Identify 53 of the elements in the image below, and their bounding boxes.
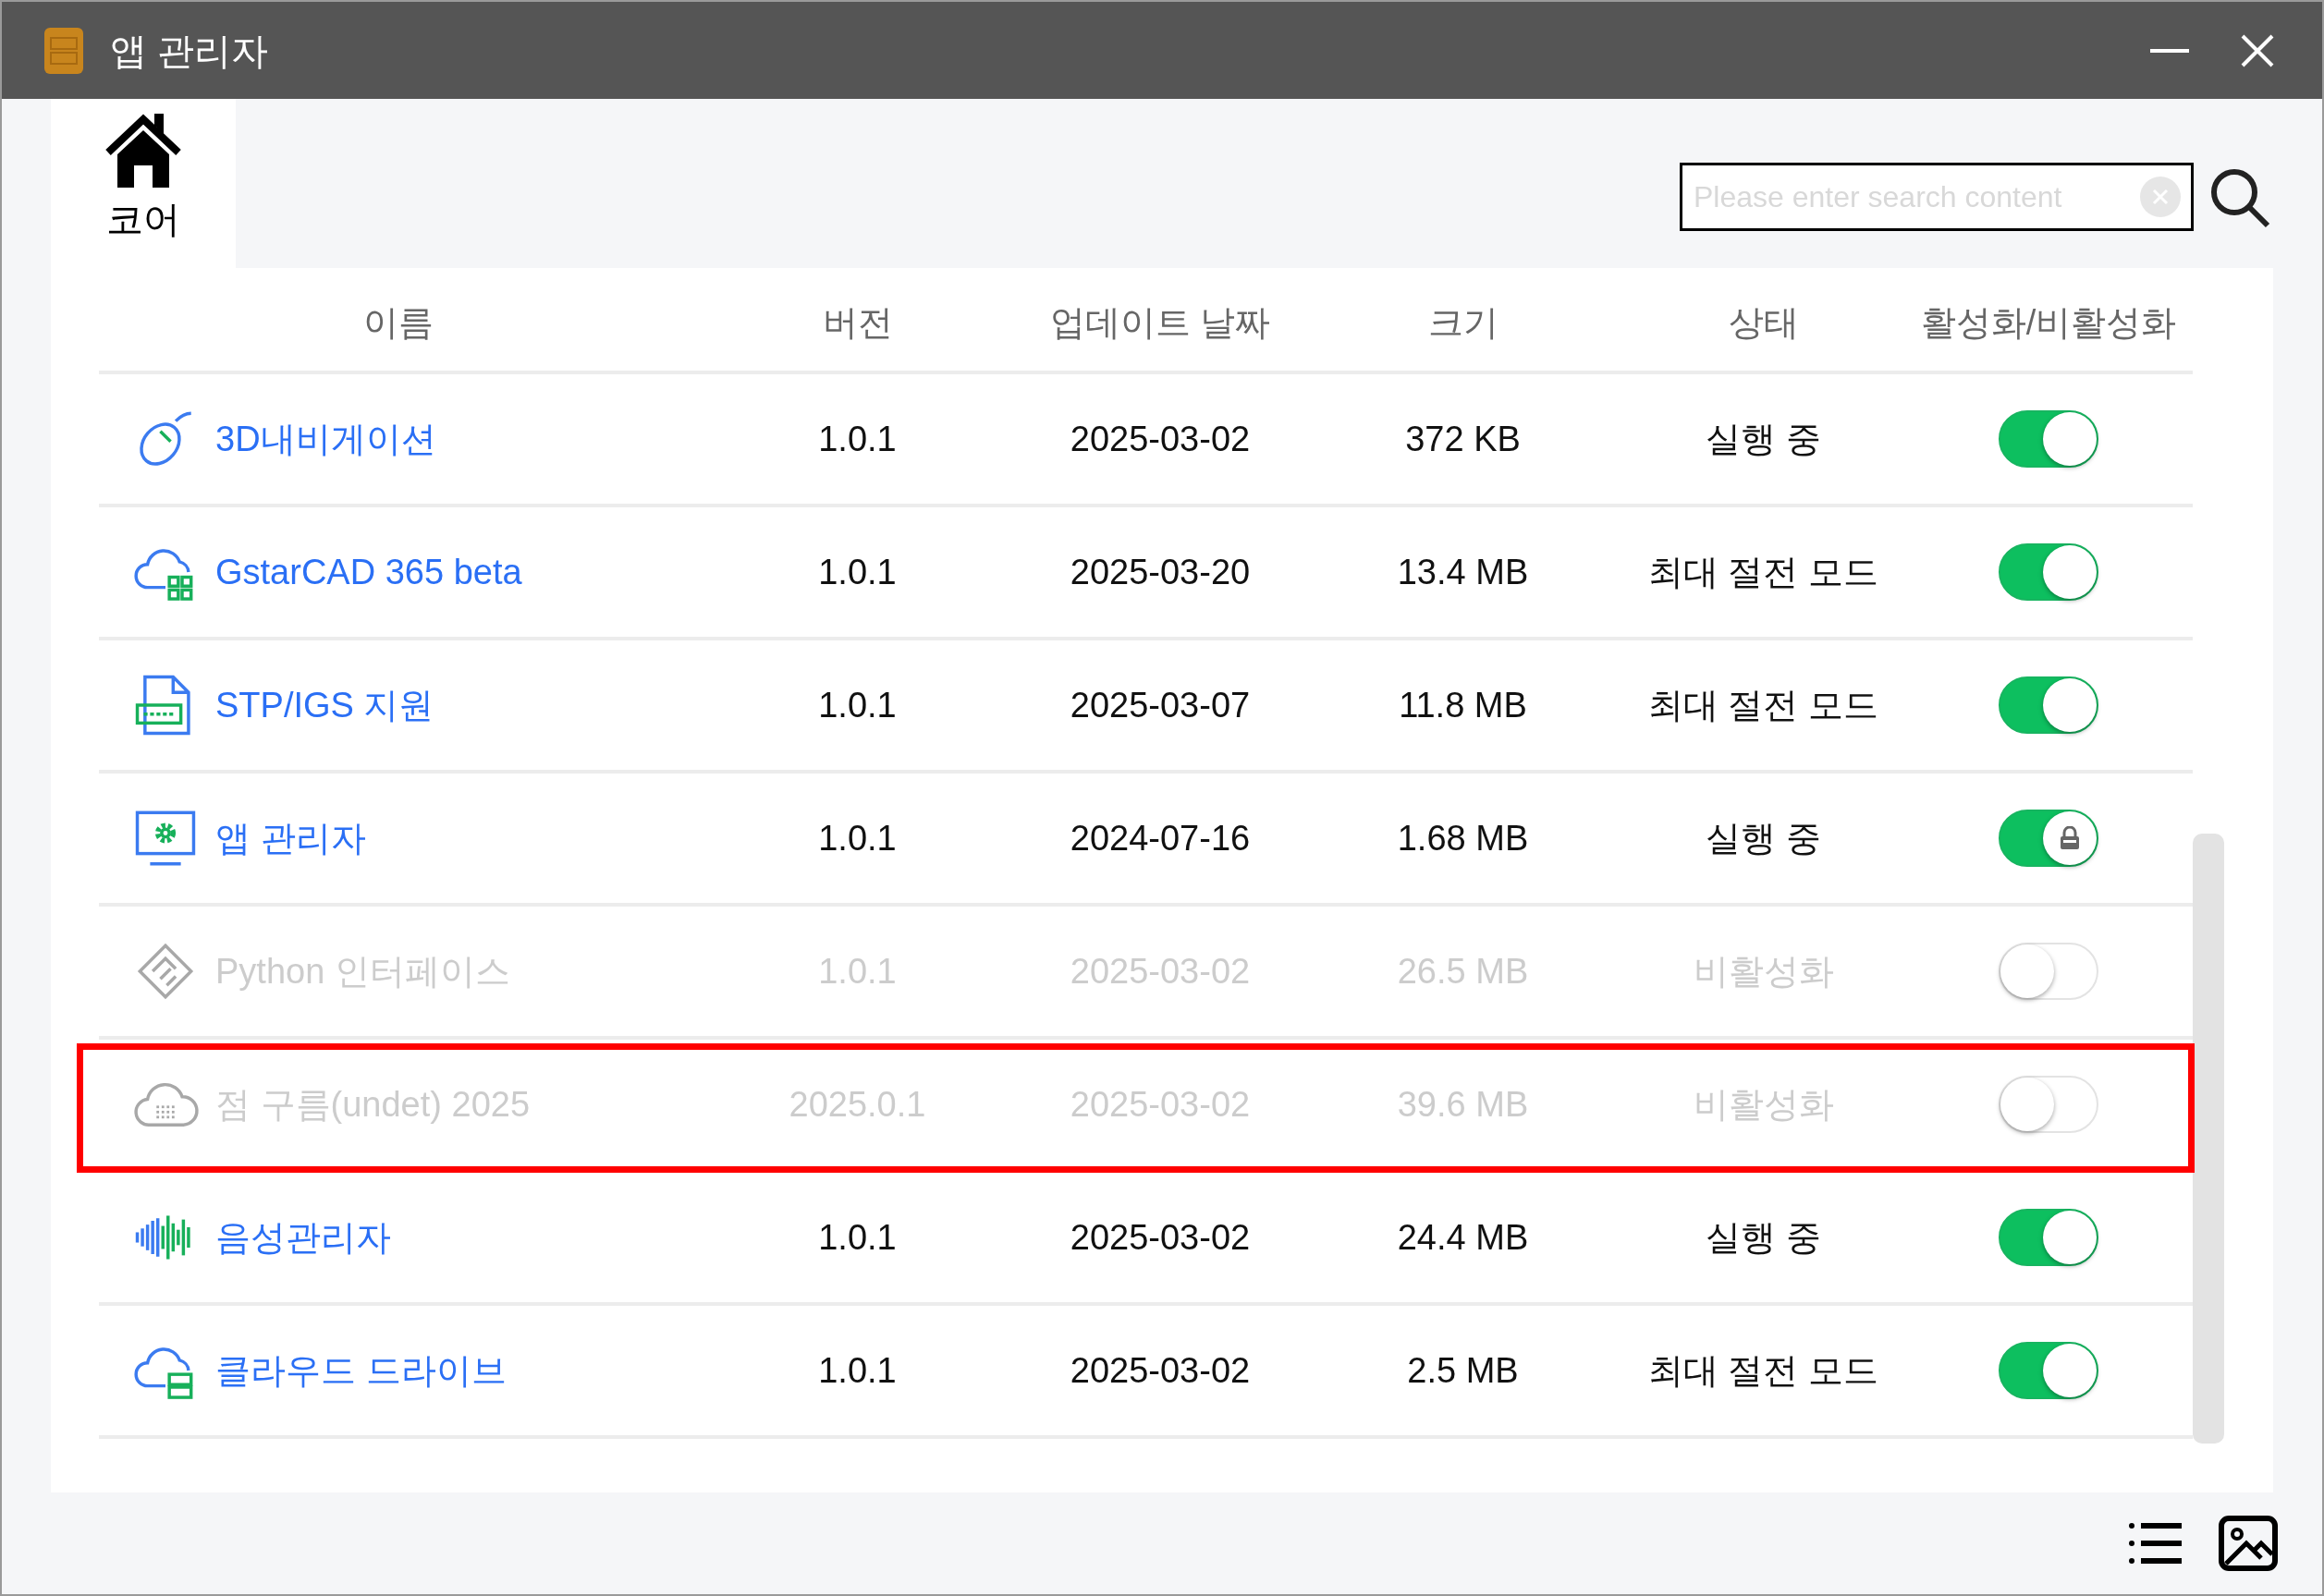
version-text: 1.0.1	[818, 418, 897, 460]
close-icon	[2241, 33, 2274, 67]
home-icon	[104, 112, 182, 189]
status-text: 최대 절전 모드	[1647, 1349, 1879, 1392]
status-text: 실행 중	[1706, 1216, 1821, 1259]
list-icon	[2128, 1520, 2182, 1566]
status-text: 실행 중	[1706, 817, 1821, 859]
window-title: 앱 관리자	[110, 29, 269, 73]
date-text: 2024-07-16	[1070, 817, 1251, 859]
minimize-icon	[2150, 48, 2189, 53]
toggle-switch[interactable]	[1999, 1342, 2098, 1399]
toggle-switch[interactable]	[1999, 1209, 2098, 1266]
image-view-button[interactable]	[2219, 1516, 2278, 1571]
version-text: 1.0.1	[818, 684, 897, 726]
app-name[interactable]: 클라우드 드라이브	[215, 1344, 507, 1397]
image-icon	[2219, 1516, 2278, 1571]
status-text: 최대 절전 모드	[1647, 684, 1879, 726]
app-name[interactable]: STP/IGS 지원	[215, 678, 434, 732]
column-header: 상태	[1728, 302, 1799, 344]
size-text: 24.4 MB	[1397, 1216, 1529, 1259]
toggle-switch[interactable]	[1999, 810, 2098, 867]
column-header: 크기	[1427, 302, 1498, 344]
toggle-switch[interactable]	[1999, 410, 2098, 468]
app-name[interactable]: 3D내비게이션	[215, 412, 436, 466]
status-text: 최대 절전 모드	[1647, 551, 1879, 593]
lock-icon	[2059, 826, 2081, 850]
date-text: 2025-03-02	[1070, 1349, 1251, 1392]
column-header: 이름	[363, 302, 434, 344]
status-text: 실행 중	[1706, 418, 1821, 460]
app-name[interactable]: GstarCAD 365 beta	[215, 545, 522, 599]
home-tab[interactable]: 코어	[51, 99, 236, 268]
date-text: 2025-03-02	[1070, 1216, 1251, 1259]
size-text: 13.4 MB	[1397, 551, 1529, 593]
version-text: 1.0.1	[818, 551, 897, 593]
toggle-switch[interactable]	[1999, 676, 2098, 734]
app-name[interactable]: 앱 관리자	[215, 811, 366, 865]
size-text: 2.5 MB	[1407, 1349, 1519, 1392]
date-text: 2025-03-20	[1070, 551, 1251, 593]
size-text: 372 KB	[1405, 418, 1521, 460]
toggle-switch[interactable]	[1999, 543, 2098, 601]
size-text: 11.8 MB	[1399, 684, 1527, 726]
column-header: 업데이트 날짜	[1049, 302, 1271, 344]
version-text: 1.0.1	[818, 1349, 897, 1392]
size-text: 1.68 MB	[1397, 817, 1529, 859]
version-text: 1.0.1	[818, 1216, 897, 1259]
column-header: 활성화/비활성화	[1920, 302, 2177, 344]
scrollbar[interactable]	[2193, 834, 2224, 1444]
date-text: 2025-03-02	[1070, 418, 1251, 460]
app-name[interactable]: 음성관리자	[215, 1211, 391, 1264]
version-text: 1.0.1	[818, 817, 897, 859]
column-header: 버전	[822, 302, 893, 344]
cabinet-icon	[43, 26, 84, 75]
date-text: 2025-03-07	[1070, 684, 1251, 726]
